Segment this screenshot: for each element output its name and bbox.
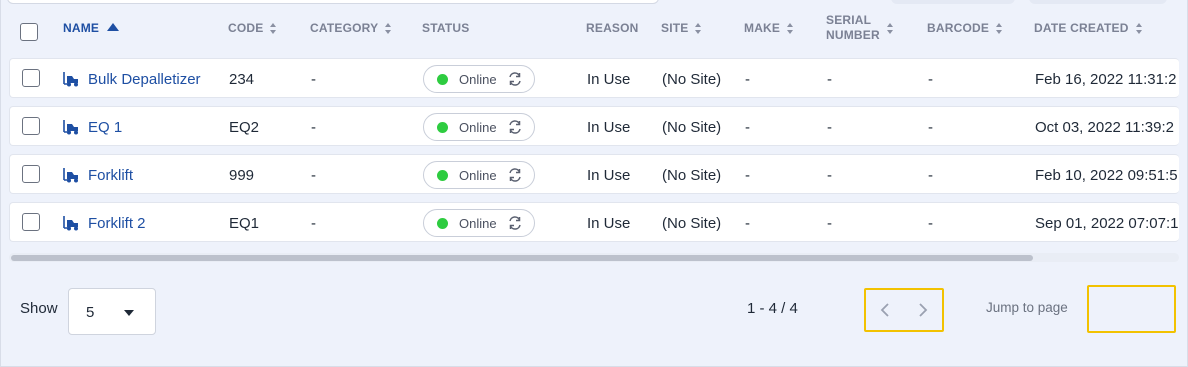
site-cell: (No Site) [662, 118, 722, 136]
sort-icon [886, 22, 894, 34]
date-created-cell: Feb 10, 2022 09:51:5 [1035, 166, 1178, 184]
equipment-name-link[interactable]: Bulk Depalletizer [63, 59, 201, 99]
site-cell: (No Site) [662, 214, 722, 232]
column-header-category[interactable]: CATEGORY [310, 0, 392, 56]
chevron-right-icon [919, 303, 928, 317]
table-row[interactable]: Forklift 2 EQ1 - Online In Use (No Site)… [9, 202, 1179, 242]
horizontal-scrollbar[interactable] [9, 253, 1179, 262]
barcode-cell: - [928, 214, 933, 232]
column-header-date-created[interactable]: DATE CREATED [1034, 0, 1143, 56]
date-created-cell: Oct 03, 2022 11:39:2 [1035, 118, 1174, 136]
status-online-indicator [437, 121, 448, 133]
column-header-code[interactable]: CODE [228, 0, 277, 56]
column-header-reason: REASON [586, 21, 639, 35]
make-cell: - [745, 166, 750, 184]
forklift-icon [63, 167, 78, 182]
barcode-cell: - [928, 118, 933, 136]
pagination-controls [864, 288, 944, 332]
reason-cell: In Use [587, 214, 631, 232]
equipment-name-link[interactable]: Forklift [63, 155, 133, 195]
code-cell: 999 [229, 166, 255, 184]
table-row[interactable]: EQ 1 EQ2 - Online In Use (No Site) - - -… [9, 106, 1179, 146]
reason-cell: In Use [587, 118, 631, 136]
row-checkbox[interactable] [22, 69, 40, 87]
table-row[interactable]: Forklift 999 - Online In Use (No Site) -… [9, 154, 1179, 194]
status-online-indicator [437, 217, 448, 229]
caret-down-icon [124, 310, 134, 316]
sort-icon [270, 22, 277, 34]
page-size-value: 5 [86, 304, 95, 321]
sort-ascending-icon [107, 23, 120, 31]
sync-icon[interactable] [507, 167, 523, 183]
barcode-cell: - [928, 70, 933, 88]
status-online-indicator [437, 169, 448, 181]
code-cell: EQ2 [229, 118, 260, 136]
reason-cell: In Use [587, 70, 631, 88]
serial-number-cell: - [827, 214, 832, 232]
site-cell: (No Site) [662, 166, 722, 184]
page-size-select[interactable]: 5 [68, 288, 156, 335]
serial-number-cell: - [827, 118, 832, 136]
status-badge[interactable]: Online [423, 65, 535, 93]
barcode-cell: - [928, 166, 933, 184]
previous-page-button[interactable] [866, 290, 904, 330]
column-header-serial-number[interactable]: SERIAL NUMBER [826, 0, 894, 56]
forklift-icon [63, 71, 78, 86]
row-checkbox[interactable] [22, 213, 40, 231]
serial-number-cell: - [827, 70, 832, 88]
jump-to-page-input[interactable] [1087, 285, 1176, 333]
category-cell: - [311, 214, 316, 232]
column-header-status: STATUS [422, 21, 470, 35]
select-all-checkbox[interactable] [20, 23, 38, 41]
category-cell: - [311, 118, 316, 136]
sync-icon[interactable] [507, 71, 523, 87]
sync-icon[interactable] [507, 119, 523, 135]
make-cell: - [745, 214, 750, 232]
category-cell: - [311, 70, 316, 88]
status-badge[interactable]: Online [423, 161, 535, 189]
column-header-name[interactable]: NAME [63, 0, 120, 56]
row-checkbox[interactable] [22, 117, 40, 135]
status-badge[interactable]: Online [423, 113, 535, 141]
column-header-make[interactable]: MAKE [744, 0, 794, 56]
jump-to-page-label: Jump to page [986, 300, 1068, 315]
equipment-table-panel: NAME CODE CATEGORY STATUS REASON SITE MA… [0, 0, 1188, 367]
make-cell: - [745, 70, 750, 88]
scrollbar-thumb[interactable] [11, 255, 1033, 261]
sort-icon [996, 22, 1003, 34]
equipment-name-link[interactable]: EQ 1 [63, 107, 122, 147]
serial-number-cell: - [827, 166, 832, 184]
date-created-cell: Feb 16, 2022 11:31:2 [1035, 70, 1177, 88]
status-badge[interactable]: Online [423, 209, 535, 237]
category-cell: - [311, 166, 316, 184]
sort-icon [385, 22, 392, 34]
pagination-range: 1 - 4 / 4 [747, 300, 798, 317]
sort-icon [1135, 22, 1143, 34]
reason-cell: In Use [587, 166, 631, 184]
sort-icon [695, 22, 702, 34]
code-cell: 234 [229, 70, 255, 88]
equipment-name-link[interactable]: Forklift 2 [63, 203, 146, 243]
column-header-barcode[interactable]: BARCODE [927, 0, 1003, 56]
forklift-icon [63, 119, 78, 134]
sync-icon[interactable] [507, 215, 523, 231]
sort-icon [787, 22, 794, 34]
row-checkbox[interactable] [22, 165, 40, 183]
code-cell: EQ1 [229, 214, 260, 232]
table-row[interactable]: Bulk Depalletizer 234 - Online In Use (N… [9, 58, 1179, 98]
forklift-icon [63, 215, 78, 230]
make-cell: - [745, 118, 750, 136]
next-page-button[interactable] [904, 290, 942, 330]
show-label: Show [20, 300, 58, 317]
date-created-cell: Sep 01, 2022 07:07:1 [1035, 214, 1179, 232]
column-header-site[interactable]: SITE [661, 0, 702, 56]
table-header: NAME CODE CATEGORY STATUS REASON SITE MA… [1, 0, 1188, 56]
chevron-left-icon [880, 303, 889, 317]
site-cell: (No Site) [662, 70, 722, 88]
status-online-indicator [437, 73, 448, 85]
